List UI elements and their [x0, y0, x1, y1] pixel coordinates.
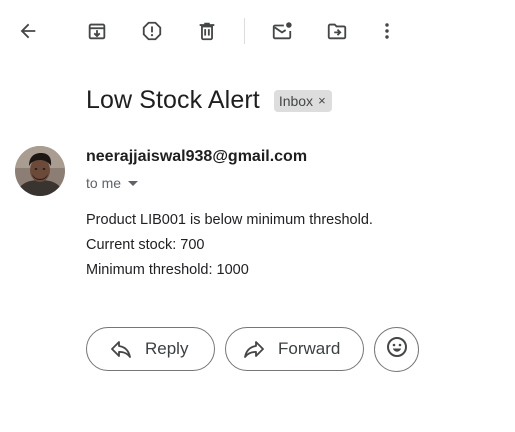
move-to-icon: [326, 20, 348, 42]
forward-icon: [242, 337, 266, 361]
back-button[interactable]: [13, 16, 43, 46]
body-line: Minimum threshold: 1000: [86, 262, 249, 278]
sender-avatar[interactable]: [15, 146, 65, 196]
toolbar-divider: [244, 18, 245, 44]
email-body: Product LIB001 is below minimum threshol…: [86, 208, 373, 283]
mark-unread-button[interactable]: [267, 16, 297, 46]
reply-button[interactable]: Reply: [86, 327, 215, 371]
forward-label: Forward: [278, 339, 341, 358]
chevron-down-icon: [128, 180, 139, 186]
email-subject: Low Stock Alert: [86, 86, 260, 114]
back-icon: [17, 20, 39, 42]
subject-row: Low Stock Alert Inbox ×: [86, 86, 332, 115]
report-spam-button[interactable]: [137, 16, 167, 46]
recipient-details-toggle[interactable]: to me: [86, 175, 139, 191]
delete-button[interactable]: [192, 16, 222, 46]
reply-label: Reply: [145, 339, 189, 358]
sender-email[interactable]: neerajjaiswal938@gmail.com: [86, 148, 307, 166]
mark-unread-icon: [271, 20, 293, 42]
report-spam-icon: [141, 20, 163, 42]
move-to-button[interactable]: [322, 16, 352, 46]
body-line: Current stock: 700: [86, 237, 205, 253]
emoji-icon: [385, 335, 409, 364]
archive-button[interactable]: [82, 16, 112, 46]
remove-label-icon[interactable]: ×: [318, 93, 326, 108]
email-toolbar: [0, 0, 515, 62]
delete-icon: [196, 20, 218, 42]
email-view: Low Stock Alert Inbox × neerajjaiswal938…: [0, 0, 515, 432]
more-options-button[interactable]: [372, 16, 402, 46]
emoji-reaction-button[interactable]: [374, 327, 419, 372]
archive-icon: [86, 20, 108, 42]
inbox-label-chip[interactable]: Inbox ×: [273, 89, 332, 112]
recipient-text: to me: [86, 175, 122, 191]
forward-button[interactable]: Forward: [225, 327, 364, 371]
label-name: Inbox: [278, 92, 314, 109]
reply-icon: [109, 337, 133, 361]
body-line: Product LIB001 is below minimum threshol…: [86, 212, 373, 228]
more-options-icon: [376, 20, 398, 42]
